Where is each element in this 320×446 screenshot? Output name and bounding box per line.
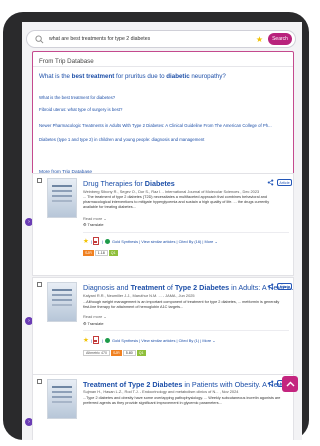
screen: what are best treatments for type 2 diab… — [22, 22, 302, 440]
divider — [83, 232, 289, 233]
pipe: | — [101, 337, 103, 343]
divider — [83, 330, 289, 331]
article-thumbnail[interactable] — [47, 282, 77, 322]
result-authors: Sujman H., Hasan L.Z., Rod T.J. - Endocr… — [83, 389, 239, 394]
oa-link[interactable]: Gold Synthesis — [112, 338, 138, 343]
translate-label: Translate — [87, 321, 104, 326]
more-link[interactable]: More — [202, 338, 211, 343]
trip-link[interactable]: Newer Pharmacologic Treatments in Adults… — [33, 123, 293, 128]
trip-database-panel: From Trip Database What is the best trea… — [32, 51, 294, 180]
trip-question-text: for pruritus due to — [114, 73, 167, 80]
device: what are best treatments for type 2 diab… — [0, 0, 310, 446]
open-access-icon — [104, 337, 110, 343]
trip-question-text: What is the — [39, 73, 72, 80]
star-icon[interactable]: ★ — [83, 237, 89, 245]
read-more-link[interactable]: Read more ⌄ — [83, 314, 107, 319]
share-icon[interactable] — [267, 380, 274, 387]
share-icon[interactable] — [267, 179, 274, 186]
read-more-label: Read more — [83, 314, 103, 319]
result-title-text: Drug Therapies for — [83, 179, 145, 188]
article-badge: Article — [277, 179, 292, 186]
sjr-label: SJR — [110, 350, 122, 356]
translate-link[interactable]: ⚙ Translate — [83, 222, 104, 227]
trip-question[interactable]: What is the best treatment for pruritus … — [33, 67, 293, 80]
trip-header: From Trip Database — [33, 52, 293, 67]
metrics-row: Altmetric 470 SJR 5.80 Q1 — [83, 350, 146, 356]
result-card: Diagnosis and Treatment of Type 2 Diabet… — [32, 277, 294, 383]
result-actions: ★ | | Gold Synthesis | View similar arti… — [83, 237, 218, 245]
result-title[interactable]: Drug Therapies for Diabetes — [83, 179, 175, 188]
result-authors: Kalyani R.R., Neumiller J.J., Maruthur N… — [83, 293, 195, 298]
cited-link[interactable]: Cited By (1) — [179, 338, 200, 343]
oa-link[interactable]: Gold Synthesis — [112, 239, 138, 244]
result-card: Drug Therapies for Diabetes Article Wein… — [32, 173, 294, 276]
translate-link[interactable]: ⚙ Translate — [83, 321, 104, 326]
open-access-icon — [104, 238, 110, 244]
search-input[interactable]: what are best treatments for type 2 diab… — [49, 36, 256, 42]
select-checkbox[interactable] — [37, 379, 42, 384]
quartile-badge: Q1 — [136, 350, 146, 356]
chevron-down-icon: ⌄ — [211, 337, 216, 343]
trip-question-bold: best treatment — [71, 73, 115, 80]
pdf-icon[interactable] — [92, 237, 99, 245]
read-more-link[interactable]: Read more ⌄ — [83, 216, 107, 221]
search-bar[interactable]: what are best treatments for type 2 diab… — [26, 30, 296, 48]
metrics-row: SJR 1.18 Q1 — [83, 250, 118, 256]
cited-link[interactable]: Cited By (16) — [179, 239, 202, 244]
result-title-text: of — [164, 283, 175, 292]
result-title-text: Treatment — [83, 380, 118, 389]
quartile-badge: Q1 — [108, 250, 118, 256]
star-icon[interactable]: ★ — [256, 35, 263, 44]
article-thumbnail[interactable] — [47, 178, 77, 218]
star-icon[interactable]: ★ — [83, 336, 89, 344]
pdf-icon[interactable] — [92, 336, 99, 344]
select-checkbox[interactable] — [37, 282, 42, 287]
chevron-up-icon — [286, 381, 294, 387]
result-title-bold: Diabetes — [144, 179, 175, 188]
result-title[interactable]: Treatment of Type 2 Diabetes in Patients… — [83, 380, 294, 389]
article-badge: Article — [277, 283, 292, 290]
share-icon[interactable] — [267, 283, 274, 290]
sjr-label: SJR — [83, 250, 94, 256]
sjr-value: 1.18 — [94, 250, 108, 256]
result-title-bold: Treatment — [130, 283, 165, 292]
trip-link[interactable]: Fibroid uterus: what type of surgery is … — [33, 107, 293, 112]
search-button[interactable]: Search — [268, 33, 292, 45]
result-actions: ★ | | Gold Synthesis | View similar arti… — [83, 336, 216, 344]
pipe: | — [101, 238, 103, 244]
read-more-label: Read more — [83, 216, 103, 221]
trip-link[interactable]: What is the best treatment for diabetes? — [33, 95, 293, 100]
result-abstract: ...Type 2 diabetes and obesity have some… — [83, 396, 281, 406]
trip-link[interactable]: Diabetes (type 1 and type 2) in children… — [33, 137, 293, 142]
result-title-bold: of Type 2 Diabetes — [117, 380, 183, 389]
more-link[interactable]: More — [204, 239, 213, 244]
chevron-down-icon: ⌄ — [213, 238, 218, 244]
sjr-value: 5.80 — [122, 350, 136, 356]
result-abstract: ...Although weight management is an impo… — [83, 300, 280, 310]
translate-label: Translate — [87, 222, 104, 227]
trip-question-text: neuropathy? — [189, 73, 226, 80]
result-title-text: Diagnosis and — [83, 283, 131, 292]
result-title-bold: Type 2 Diabetes — [174, 283, 230, 292]
trip-question-bold: diabetic — [166, 73, 190, 80]
result-authors: Weinberg Sibony R., Segev O., Dor S., Ra… — [83, 189, 260, 194]
altmetric-badge[interactable]: Altmetric 470 — [83, 350, 110, 356]
back-to-top-button[interactable] — [282, 376, 298, 392]
result-abstract: ... The treatment of type 2 diabetes (T2… — [83, 195, 270, 210]
article-thumbnail[interactable] — [47, 379, 77, 419]
search-icon — [35, 34, 44, 43]
result-title[interactable]: Diagnosis and Treatment of Type 2 Diabet… — [83, 283, 293, 292]
select-checkbox[interactable] — [37, 178, 42, 183]
similar-link[interactable]: View similar articles — [141, 239, 175, 244]
similar-link[interactable]: View similar articles — [141, 338, 175, 343]
result-card: Treatment of Type 2 Diabetes in Patients… — [32, 374, 294, 440]
